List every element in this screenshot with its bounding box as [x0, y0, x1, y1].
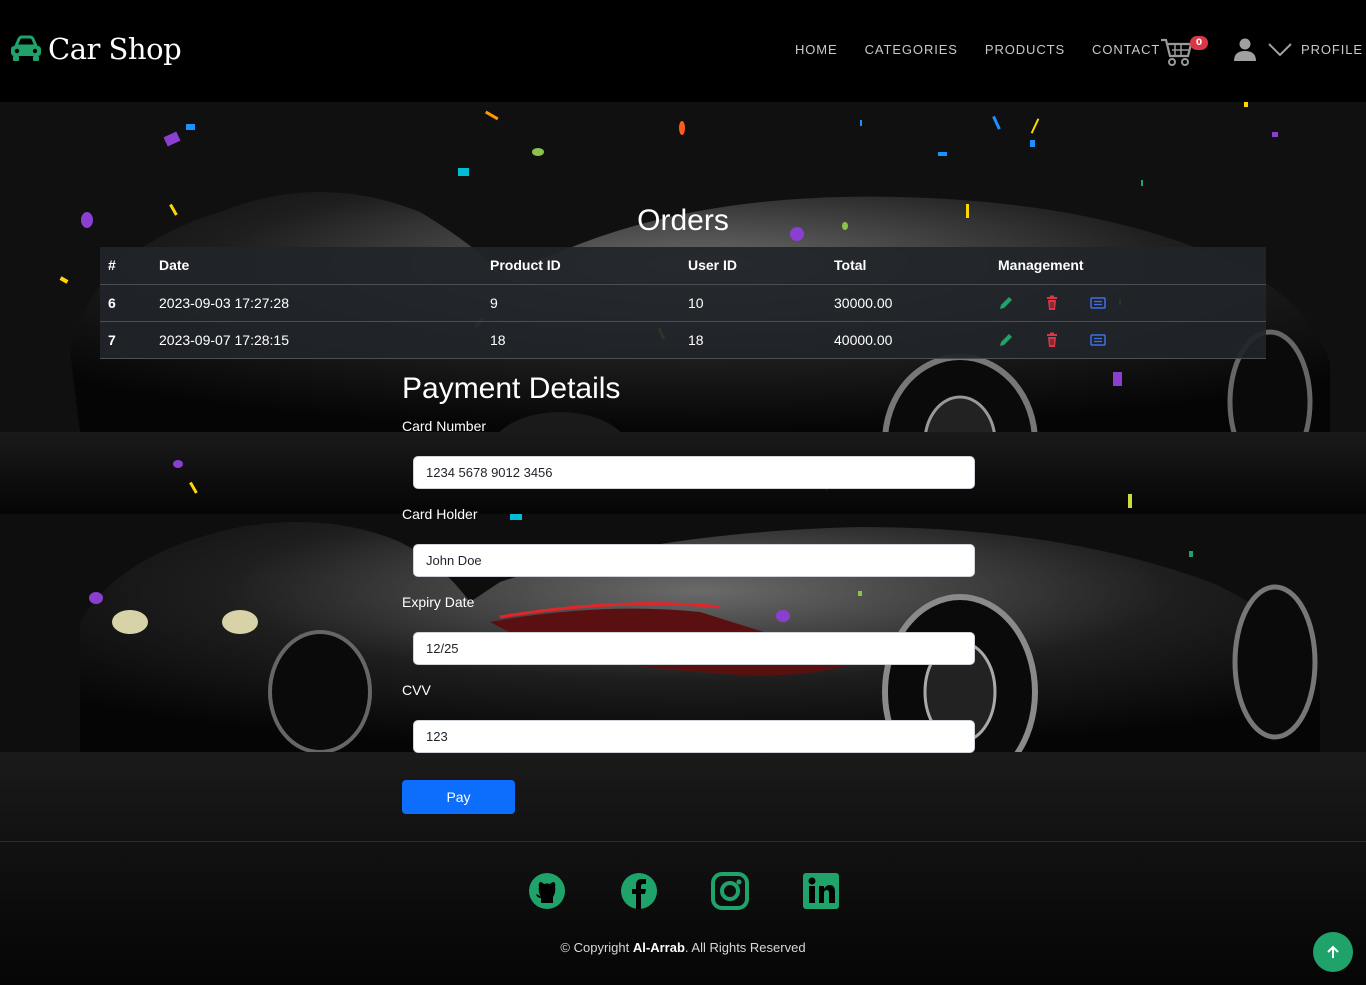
order-index: 6 [100, 284, 151, 322]
cvv-label: CVV [402, 682, 431, 698]
card-number-input[interactable] [413, 456, 975, 489]
card-holder-input[interactable] [413, 544, 975, 577]
copyright-suffix: . All Rights Reserved [684, 940, 806, 955]
pay-button[interactable]: Pay [402, 780, 515, 814]
order-index: 7 [100, 321, 151, 359]
brand-name: Car Shop [48, 32, 182, 66]
brand[interactable]: Car Shop [10, 32, 182, 66]
order-total: 30000.00 [826, 284, 990, 322]
delete-icon[interactable] [1044, 295, 1060, 311]
details-icon[interactable] [1090, 332, 1106, 348]
orders-table-head: # Date Product ID User ID Total Manageme… [100, 247, 1266, 285]
payment-title: Payment Details [402, 372, 621, 405]
cvv-input[interactable] [413, 720, 975, 753]
order-management [990, 321, 1266, 359]
order-total: 40000.00 [826, 321, 990, 359]
details-icon[interactable] [1090, 295, 1106, 311]
orders-table-body: 6 2023-09-03 17:27:28 9 10 30000.00 7 20… [100, 284, 1266, 359]
order-product-id: 18 [482, 321, 680, 359]
edit-icon[interactable] [998, 332, 1014, 348]
order-management [990, 284, 1266, 322]
order-date: 2023-09-03 17:27:28 [151, 284, 482, 322]
table-row: 7 2023-09-07 17:28:15 18 18 40000.00 [100, 321, 1266, 359]
copyright-text: © Copyright Al-Arrab. All Rights Reserve… [0, 940, 1366, 955]
expiry-date-label: Expiry Date [402, 594, 475, 610]
nav-links: HOME CATEGORIES PRODUCTS CONTACT [795, 42, 1187, 57]
user-icon[interactable] [1233, 37, 1257, 61]
delete-icon[interactable] [1044, 332, 1060, 348]
linkedin-icon[interactable] [801, 871, 841, 911]
nav-categories-link[interactable]: CATEGORIES [865, 42, 958, 57]
expiry-date-input[interactable] [413, 632, 975, 665]
orders-table: # Date Product ID User ID Total Manageme… [100, 247, 1266, 359]
order-product-id: 9 [482, 284, 680, 322]
instagram-icon[interactable] [710, 871, 750, 911]
chevron-down-icon[interactable] [1267, 41, 1293, 59]
table-row: 6 2023-09-03 17:27:28 9 10 30000.00 [100, 284, 1266, 322]
order-date: 2023-09-07 17:28:15 [151, 321, 482, 359]
arrow-up-icon [1327, 945, 1339, 958]
back-to-top-button[interactable] [1313, 932, 1353, 972]
col-header-user-id: User ID [680, 247, 826, 285]
facebook-icon[interactable] [619, 871, 659, 911]
profile-link[interactable]: PROFILE [1301, 42, 1363, 57]
nav-contact-link[interactable]: CONTACT [1092, 42, 1160, 57]
payment-form: Payment Details Card Number Card Holder … [402, 372, 976, 814]
card-number-label: Card Number [402, 418, 487, 434]
navbar: Car Shop HOME CATEGORIES PRODUCTS CONTAC… [0, 0, 1366, 102]
cart-button[interactable]: 0 [1160, 36, 1208, 68]
nav-products-link[interactable]: PRODUCTS [985, 42, 1065, 57]
col-header-date: Date [151, 247, 482, 285]
cart-icon [1161, 38, 1193, 66]
table-header-row: # Date Product ID User ID Total Manageme… [100, 247, 1266, 285]
copyright-prefix: © Copyright [560, 940, 633, 955]
order-user-id: 18 [680, 321, 826, 359]
edit-icon[interactable] [998, 295, 1014, 311]
nav-home-link[interactable]: HOME [795, 42, 838, 57]
col-header-index: # [100, 247, 151, 285]
car-icon [11, 35, 41, 61]
orders-title: Orders [637, 204, 729, 237]
order-user-id: 10 [680, 284, 826, 322]
copyright-name: Al-Arrab [632, 940, 685, 955]
col-header-management: Management [990, 247, 1266, 285]
github-icon[interactable] [527, 871, 567, 911]
col-header-product-id: Product ID [482, 247, 680, 285]
card-holder-label: Card Holder [402, 506, 478, 522]
footer-divider [0, 841, 1366, 842]
cart-count-badge: 0 [1190, 36, 1208, 50]
col-header-total: Total [826, 247, 990, 285]
